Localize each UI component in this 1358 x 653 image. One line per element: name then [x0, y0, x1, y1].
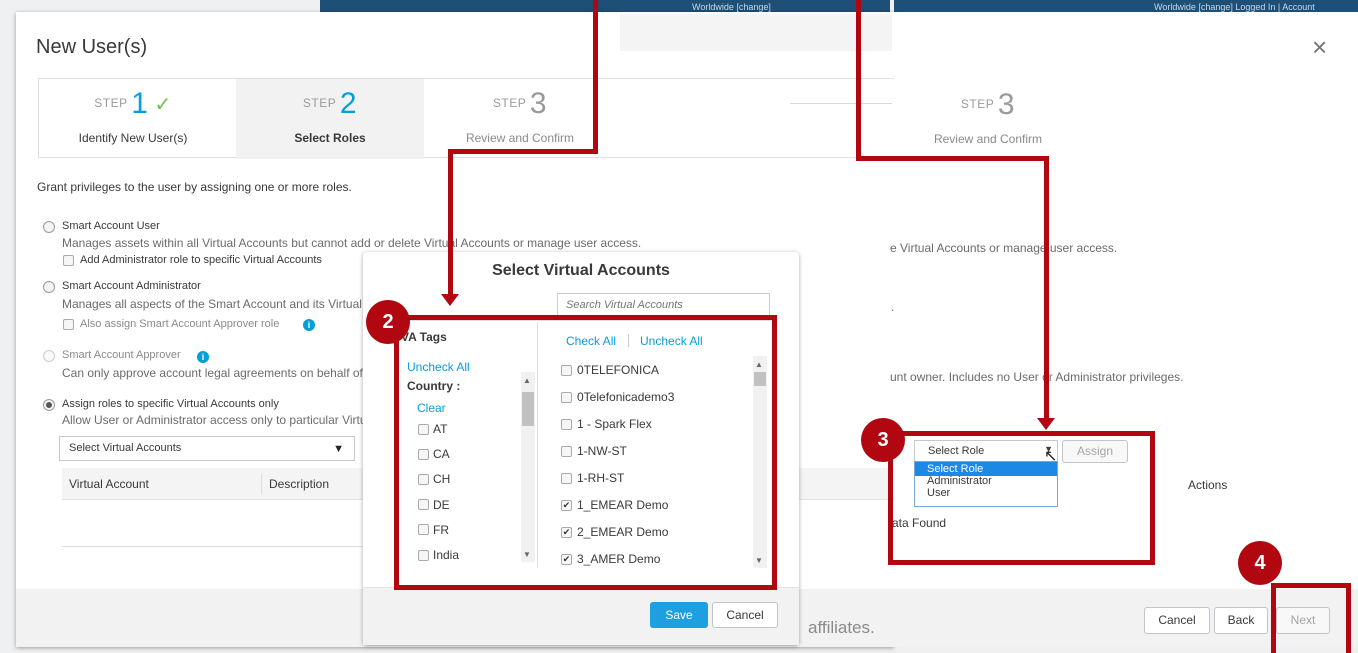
background-footer-text: affiliates. — [808, 618, 875, 637]
role-description-tail: unt owner. Includes no User or Administr… — [890, 370, 1184, 384]
step-prefix: STEP — [492, 96, 527, 111]
step-label: Select Roles — [294, 131, 366, 145]
annotation-line — [448, 149, 598, 154]
step-number: 1 — [131, 87, 149, 120]
intro-text: Grant privileges to the user by assignin… — [37, 180, 352, 194]
annotation-badge-2: 2 — [366, 300, 410, 344]
step-label: Review and Confirm — [933, 132, 1043, 146]
role-description-tail: . — [891, 300, 895, 314]
cancel-button[interactable]: Cancel — [712, 602, 778, 628]
step-prefix: STEP — [94, 96, 128, 111]
background-divider — [790, 103, 892, 104]
approver-checkbox[interactable] — [63, 319, 74, 330]
step-prefix: STEP — [960, 97, 995, 112]
radio-specific-virtual-accounts[interactable] — [43, 399, 55, 411]
modal-title: Select Virtual Accounts — [492, 262, 670, 279]
step-1: STEP 1 ✓ Identify New User(s) — [39, 79, 227, 159]
table-bottom-line — [62, 546, 362, 547]
virtual-accounts-select[interactable]: Select Virtual Accounts ▼ — [59, 436, 355, 461]
annotation-line — [856, 156, 1049, 161]
background-panel — [620, 14, 892, 51]
role-label: Smart Account Approver — [62, 349, 181, 361]
annotation-line — [448, 149, 453, 296]
step-number: 3 — [997, 88, 1016, 121]
step-2: STEP 2 Select Roles — [236, 79, 424, 159]
annotation-line — [593, 0, 598, 153]
annotation-line — [856, 0, 861, 160]
close-icon[interactable]: × — [1312, 32, 1327, 63]
role-description: Manages all aspects of the Smart Account… — [62, 297, 414, 311]
back-button[interactable]: Back — [1214, 607, 1268, 634]
search-virtual-accounts-input[interactable] — [557, 293, 770, 317]
checkbox-label: Add Administrator role to specific Virtu… — [80, 254, 322, 266]
background-header-text-right: Worldwide [change] Logged In | Account — [1154, 2, 1315, 12]
column-virtual-account: Virtual Account — [69, 477, 149, 491]
annotation-badge-3: 3 — [861, 418, 905, 462]
annotation-badge-4: 4 — [1238, 541, 1282, 585]
role-label: Smart Account Administrator — [62, 280, 201, 292]
role-description-tail: e Virtual Accounts or manage user access… — [890, 241, 1118, 255]
column-description: Description — [269, 477, 330, 491]
radio-smart-account-approver[interactable] — [43, 350, 55, 362]
checkbox-label: Also assign Smart Account Approver role — [80, 318, 280, 330]
step-3-right: STEP 3 Review and Confirm — [894, 80, 1082, 160]
step-number: 3 — [529, 87, 548, 120]
role-description: Manages assets within all Virtual Accoun… — [62, 236, 642, 250]
select-value: Select Virtual Accounts — [69, 442, 182, 454]
annotation-box-2 — [394, 315, 777, 590]
annotation-line — [1044, 156, 1049, 420]
add-admin-checkbox[interactable] — [63, 255, 74, 266]
role-label: Smart Account User — [62, 220, 160, 232]
step-prefix: STEP — [302, 96, 337, 111]
annotation-box-3 — [888, 431, 1155, 565]
info-icon[interactable]: i — [303, 319, 315, 331]
step-label: Review and Confirm — [465, 131, 575, 145]
role-label: Assign roles to specific Virtual Account… — [62, 398, 279, 410]
dialog-title: New User(s) — [36, 36, 148, 58]
radio-smart-account-user[interactable] — [43, 221, 55, 233]
step-3: STEP 3 Review and Confirm — [426, 79, 614, 159]
column-divider — [261, 474, 262, 494]
step-label: Identify New User(s) — [78, 131, 188, 145]
caret-down-icon: ▼ — [333, 443, 344, 455]
background-header-text: Worldwide [change] — [692, 2, 771, 12]
annotation-arrow-icon — [441, 294, 459, 306]
annotation-box-4 — [1271, 583, 1351, 653]
column-actions: Actions — [1188, 478, 1228, 492]
info-icon[interactable]: i — [197, 351, 209, 363]
check-icon: ✓ — [154, 93, 172, 116]
radio-smart-account-admin[interactable] — [43, 281, 55, 293]
annotation-arrow-icon — [1037, 418, 1055, 430]
step-number: 2 — [339, 87, 358, 120]
cancel-button[interactable]: Cancel — [1144, 607, 1210, 634]
save-button[interactable]: Save — [650, 602, 708, 628]
